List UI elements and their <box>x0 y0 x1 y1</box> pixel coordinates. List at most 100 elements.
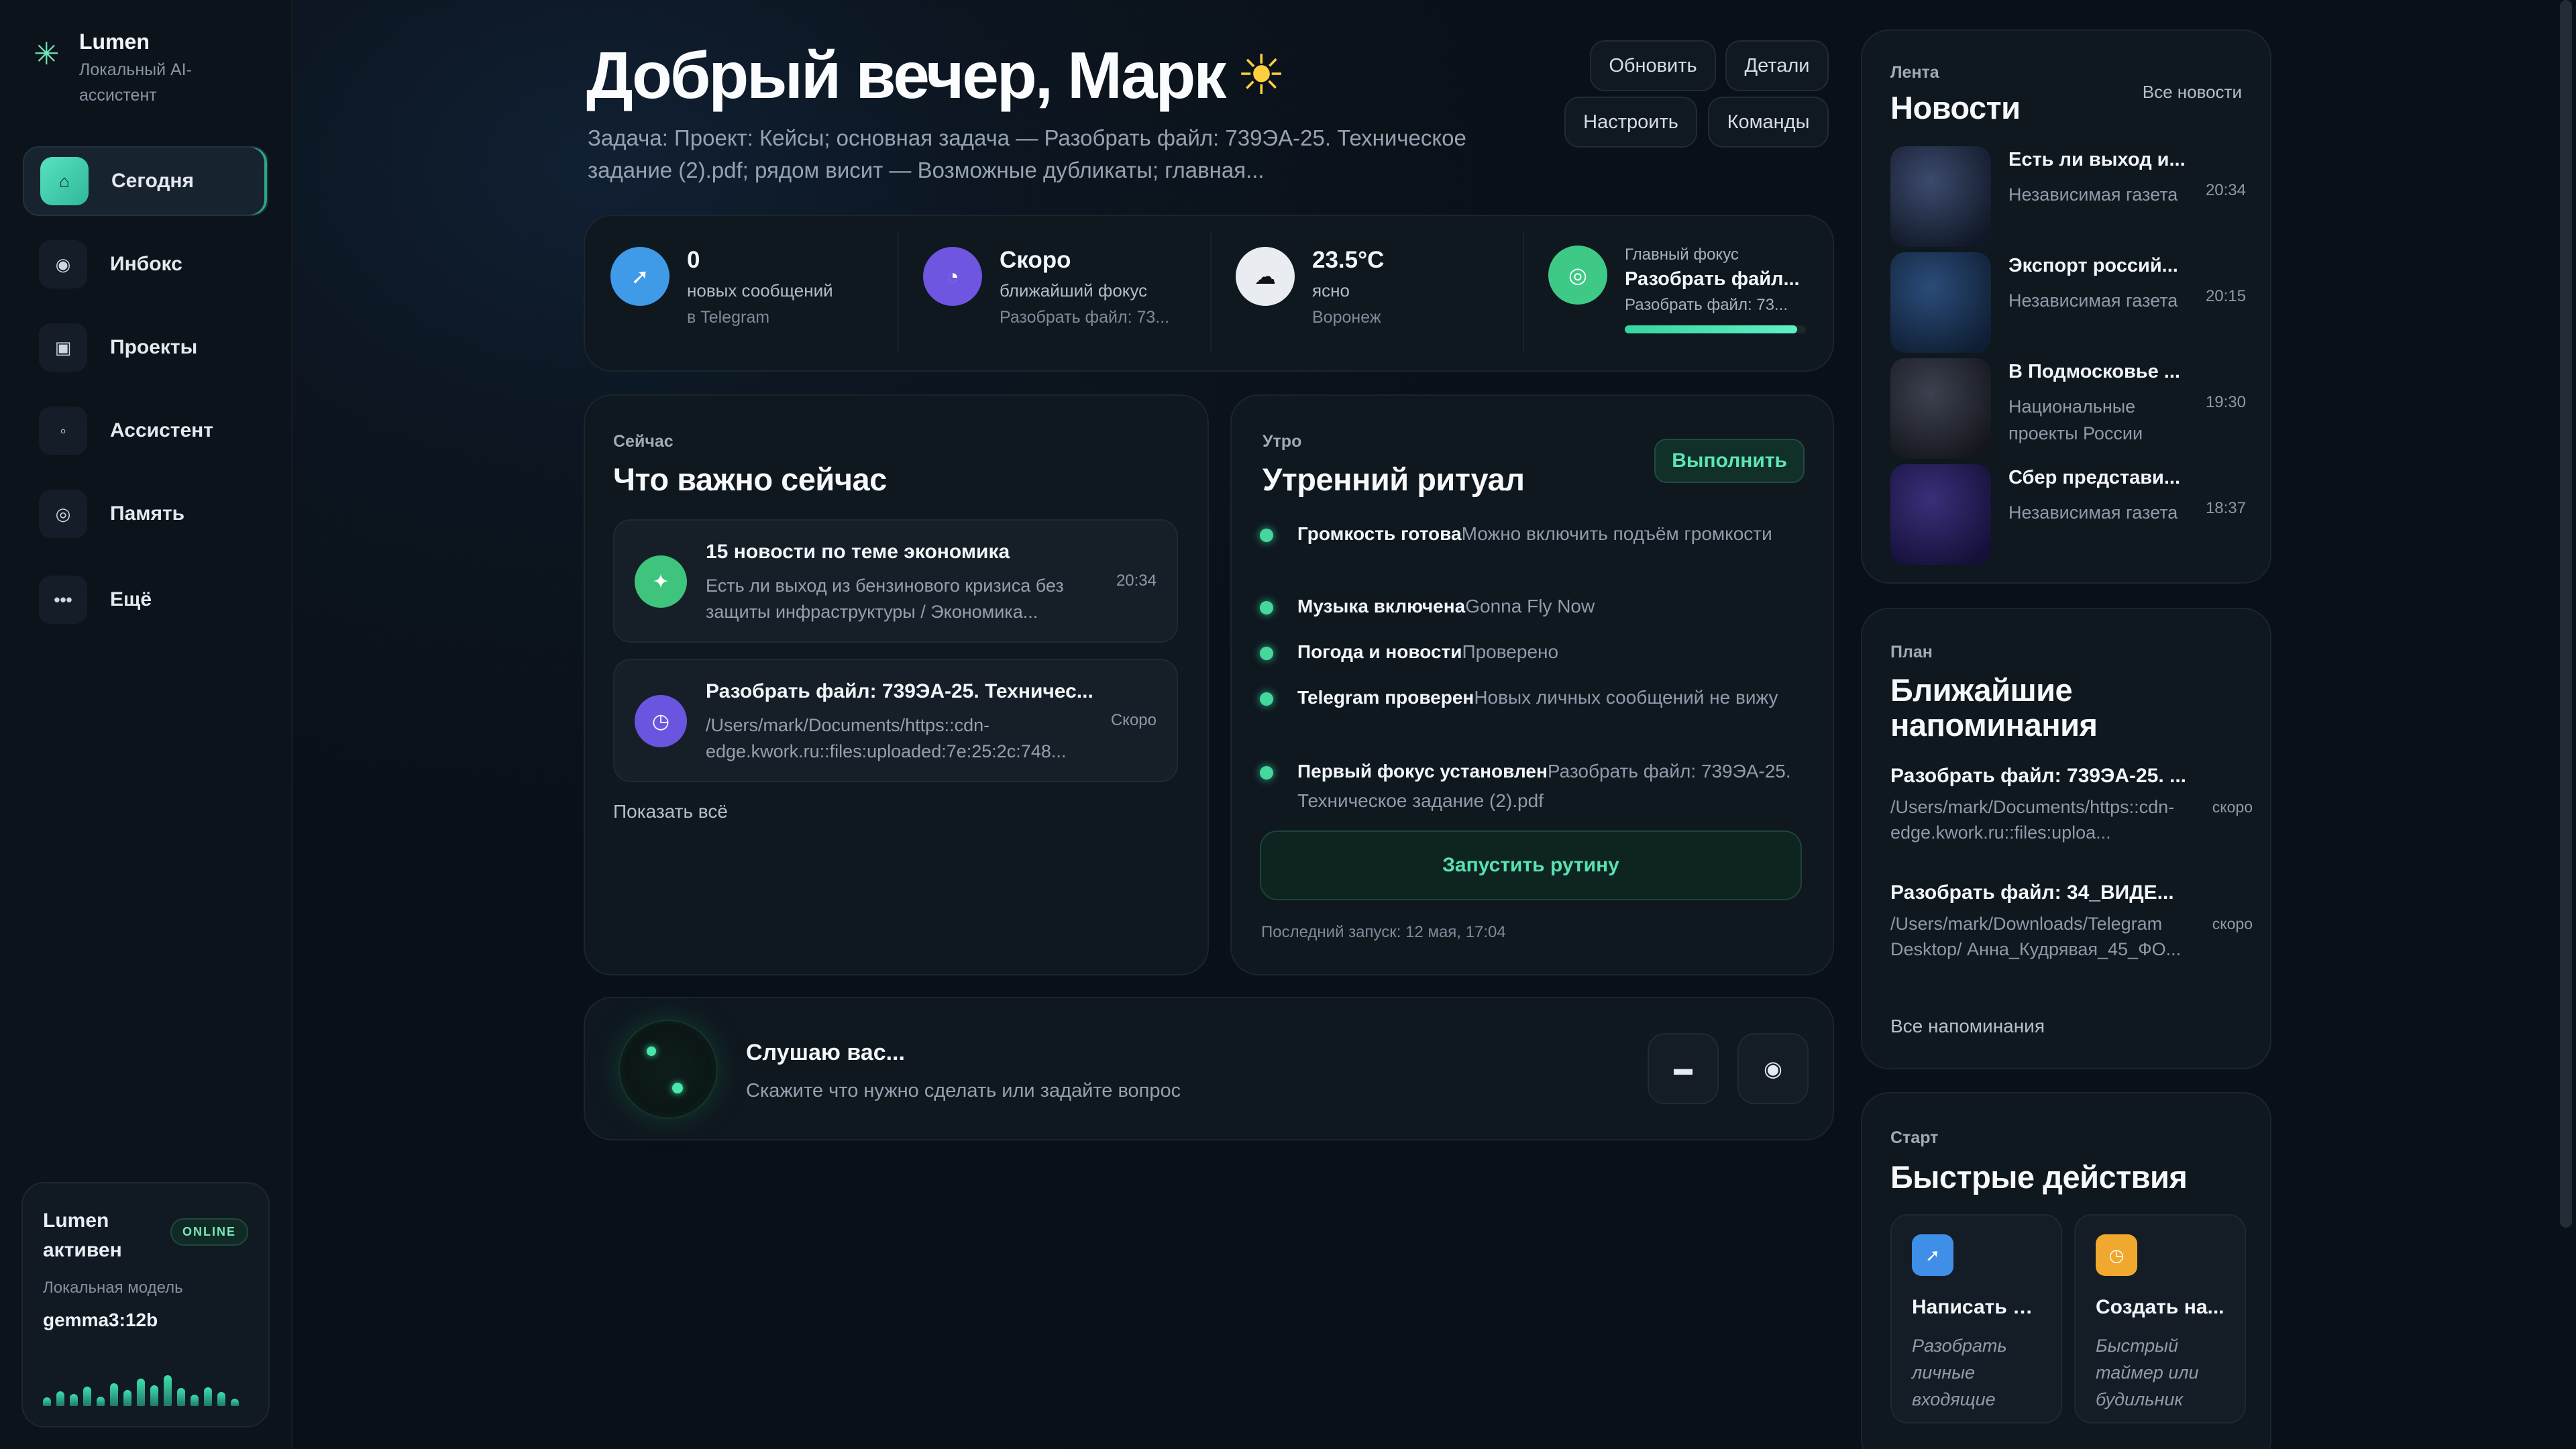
stat-2: ☁ 23.5°C ясно Воронеж <box>1210 216 1523 368</box>
execute-button[interactable]: Выполнить <box>1654 439 1805 483</box>
stat-sub: Воронеж <box>1312 308 1381 327</box>
ritual-step: Музыка включенаGonna Fly Now <box>1260 592 1796 621</box>
news-time: 18:37 <box>2205 499 2246 517</box>
model-name: gemma3:12b <box>43 1309 158 1330</box>
all-reminders-link[interactable]: Все напоминания <box>1890 1016 2045 1037</box>
stat-body: 23.5°C ясно Воронеж <box>1312 247 1384 368</box>
check-dot-icon <box>1260 529 1273 542</box>
send-icon: ➚ <box>1912 1234 1953 1276</box>
cloud-icon: ☁ <box>1236 247 1295 306</box>
news-title: Сбер представи... <box>2008 467 2181 488</box>
reminder-item[interactable]: Разобрать файл: 34_ВИДЕ... /Users/mark/Do… <box>1890 881 2253 962</box>
show-all-link[interactable]: Показать всё <box>613 801 728 822</box>
page-scrollbar[interactable] <box>2560 0 2572 1228</box>
quick-action-title: Создать на... <box>2096 1296 2224 1318</box>
lumen-logo-icon: ✳ <box>34 36 60 71</box>
now-eyebrow: Сейчас <box>613 432 674 451</box>
focus-progress <box>1625 325 1806 333</box>
quick-action-title: Написать в... <box>1912 1296 2041 1318</box>
nav-item-1[interactable]: ◉ Инбокс <box>23 229 268 299</box>
ritual-step: Погода и новостиПроверено <box>1260 637 1796 667</box>
item-desc: Есть ли выход из бензинового кризиса без… <box>706 576 1064 622</box>
level-bar <box>177 1388 185 1406</box>
projects-icon: ▣ <box>39 323 87 372</box>
level-bar <box>43 1397 51 1406</box>
news-source: Национальные проекты России <box>2008 396 2143 443</box>
details-button[interactable]: Детали <box>1725 40 1829 91</box>
news-item[interactable]: Экспорт россий... Независимая газета 20:15 <box>1890 252 2246 353</box>
all-news-link[interactable]: Все новости <box>2143 82 2242 103</box>
nav-label: Память <box>110 502 185 525</box>
telegram-icon: ➚ <box>610 247 669 306</box>
greeting-text: Добрый вечер, Марк <box>586 38 1226 112</box>
priority-item[interactable]: ◷ Разобрать файл: 739ЭА-25. Техничес... /U… <box>613 659 1178 782</box>
brand-subtitle: Локальный AI-ассистент <box>79 60 192 105</box>
item-time: 20:34 <box>1116 572 1157 590</box>
level-bar <box>150 1385 158 1406</box>
audio-level-meter <box>43 1359 239 1406</box>
stat-body: 0 новых сообщений в Telegram <box>687 247 833 368</box>
brand: ✳ Lumen Локальный AI-ассистент <box>34 27 220 108</box>
reminder-item[interactable]: Разобрать файл: 739ЭА-25. ... /Users/mark… <box>1890 765 2253 845</box>
news-thumbnail <box>1890 464 1991 565</box>
quick-action[interactable]: ◷ Создать на... Быстрый таймер или будильн… <box>2074 1214 2246 1424</box>
nav-label: Сегодня <box>111 170 195 192</box>
nav-item-5[interactable]: ••• Ещё <box>23 565 268 635</box>
nav-label: Инбокс <box>110 253 182 275</box>
news-title: Экспорт россий... <box>2008 255 2178 276</box>
news-source: Независимая газета <box>2008 502 2178 523</box>
check-dot-icon <box>1260 647 1273 660</box>
stat-label: новых сообщений <box>687 280 833 301</box>
stat-sub: Разобрать файл: 73... <box>1625 296 1788 314</box>
ritual-step-title: Громкость готова <box>1297 523 1462 544</box>
level-bar <box>97 1397 105 1406</box>
news-title: Новости <box>1890 90 2021 125</box>
clock-icon: ◷ <box>635 695 687 747</box>
level-bar <box>123 1390 131 1406</box>
commands-button[interactable]: Команды <box>1708 97 1829 148</box>
voice-orb-icon[interactable] <box>619 1020 718 1119</box>
news-time: 19:30 <box>2205 393 2246 411</box>
record-icon[interactable]: ◉ <box>1737 1033 1809 1104</box>
run-routine-button[interactable]: Запустить рутину <box>1260 830 1802 900</box>
nav-item-4[interactable]: ◎ Память <box>23 479 268 549</box>
ritual-step-title: Погода и новости <box>1297 641 1462 662</box>
quick-action[interactable]: ➚ Написать в... Разобрать личные входящие <box>1890 1214 2062 1424</box>
nav-item-3[interactable]: ◦ Ассистент <box>23 396 268 466</box>
stat-value: Разобрать файл... <box>1625 268 1800 290</box>
level-bar <box>217 1392 225 1406</box>
page-title: Добрый вечер, Марк ☀ <box>586 38 1286 113</box>
keyboard-icon[interactable]: ▬ <box>1648 1033 1719 1104</box>
configure-button[interactable]: Настроить <box>1564 97 1697 148</box>
item-title: Разобрать файл: 739ЭА-25. Техничес... <box>706 680 1093 702</box>
sidebar: ✳ Lumen Локальный AI-ассистент ⌂ Сегодня ◉… <box>0 0 292 1449</box>
ritual-step: Telegram проверенНовых личных сообщений … <box>1260 683 1796 712</box>
voice-hint: Скажите что нужно сделать или задайте во… <box>746 1080 1181 1102</box>
news-eyebrow: Лента <box>1890 63 1939 82</box>
nav-item-2[interactable]: ▣ Проекты <box>23 313 268 382</box>
refresh-button[interactable]: Обновить <box>1590 40 1716 91</box>
memory-icon: ◎ <box>39 490 87 538</box>
nav-item-0[interactable]: ⌂ Сегодня <box>23 146 268 216</box>
news-item[interactable]: Есть ли выход и... Независимая газета 20:3… <box>1890 146 2246 247</box>
stat-caption: Главный фокус <box>1625 246 1739 264</box>
ritual-step-text: Музыка включенаGonna Fly Now <box>1297 592 1595 621</box>
news-item[interactable]: В Подмосковье ... Национальные проекты Ро… <box>1890 358 2246 459</box>
stat-sub: в Telegram <box>687 308 770 327</box>
priority-item[interactable]: ✦ 15 новости по теме экономика Есть ли вых… <box>613 519 1178 643</box>
model-label: Локальная модель <box>43 1279 183 1297</box>
sun-icon: ☀ <box>1236 45 1285 106</box>
stat-0: ➚ 0 новых сообщений в Telegram <box>585 216 898 368</box>
stat-body: Скоро ближайший фокус Разобрать файл: 73..… <box>1000 247 1169 368</box>
level-bar <box>231 1398 239 1406</box>
quick-actions-card: Старт Быстрые действия ➚ Написать в... Раз… <box>1861 1092 2271 1449</box>
news-time: 20:15 <box>2205 287 2246 305</box>
reminder-when: скоро <box>2212 915 2253 932</box>
current-task-summary: Задача: Проект: Кейсы; основная задача —… <box>588 125 1466 182</box>
quick-eyebrow: Старт <box>1890 1128 1939 1147</box>
ritual-step-text: Громкость готоваМожно включить подъём гр… <box>1297 519 1772 549</box>
news-source: Независимая газета <box>2008 184 2178 205</box>
ritual-step: Громкость готоваМожно включить подъём гр… <box>1260 519 1796 549</box>
news-thumbnail <box>1890 358 1991 459</box>
news-item[interactable]: Сбер представи... Независимая газета 18:37 <box>1890 464 2246 565</box>
